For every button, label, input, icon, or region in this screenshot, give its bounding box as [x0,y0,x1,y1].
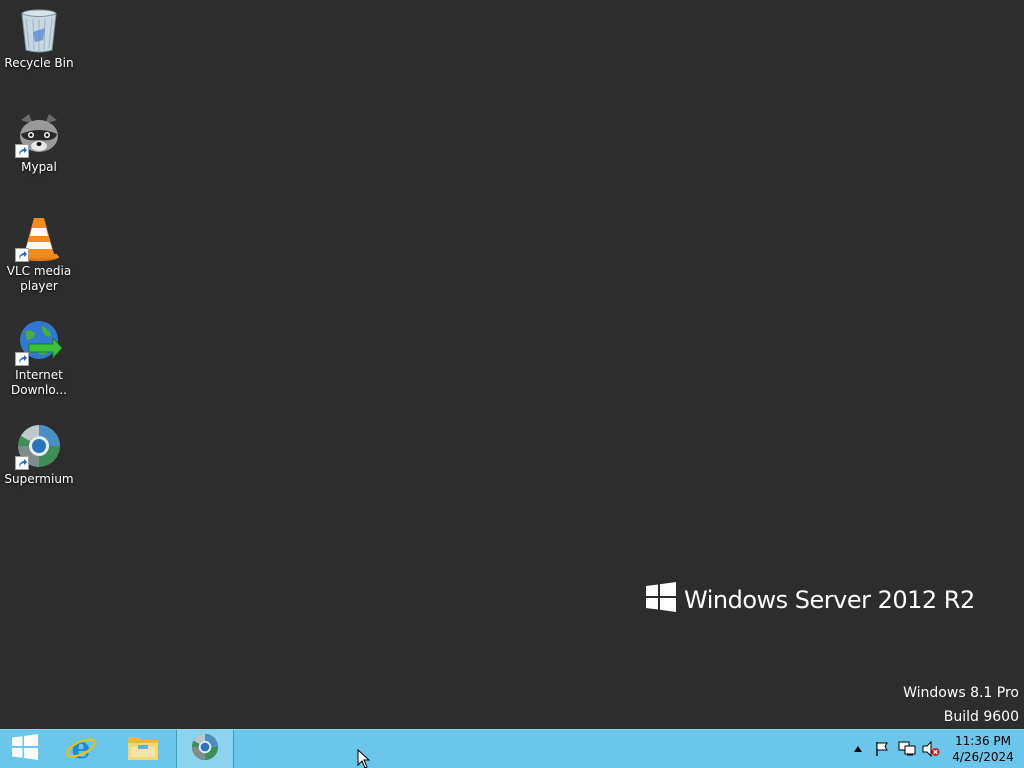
supermium-icon [15,422,63,470]
action-center-flag-icon[interactable] [874,741,890,757]
recycle-bin-label: Recycle Bin [4,56,74,70]
network-icon[interactable] [898,741,916,757]
volume-muted-icon[interactable] [922,741,940,757]
idm-globe-icon [15,318,63,366]
windows-server-branding: Windows Server 2012 R2 [646,582,975,618]
mypal-icon [15,110,63,158]
branding-text: Windows Server 2012 R2 [684,586,975,614]
shortcut-arrow-icon [15,248,29,262]
supermium-label: Supermium [4,472,74,486]
taskbar-clock[interactable]: 11:36 PM 4/26/2024 [948,733,1018,765]
build-watermark: Build 9600 [943,709,1019,725]
edition-watermark: Windows 8.1 Pro [903,685,1019,701]
folder-icon [127,733,159,765]
desktop-icon-internet-download-manager[interactable]: Internet Downlo... [2,318,76,398]
desktop: Recycle Bin Mypal VLC media player Inter… [0,0,1024,729]
taskbar: e 11:36 PM 4/26/2024 [0,729,1024,768]
clock-date: 4/26/2024 [952,750,1014,764]
desktop-icon-vlc[interactable]: VLC media player [2,214,76,294]
windows-logo-icon [646,582,676,618]
windows-start-icon [12,734,38,764]
mypal-label: Mypal [21,160,57,174]
chevron-up-icon [854,746,862,752]
taskbar-supermium[interactable] [176,730,234,768]
taskbar-file-explorer[interactable] [114,730,172,768]
shortcut-arrow-icon [15,456,29,470]
desktop-icon-mypal[interactable]: Mypal [2,110,76,175]
idm-label: Internet Downlo... [11,368,67,397]
desktop-icon-recycle-bin[interactable]: Recycle Bin [2,6,76,71]
taskbar-internet-explorer[interactable]: e [52,730,110,768]
svg-text:e: e [71,731,90,763]
system-tray [850,730,940,768]
vlc-cone-icon [15,214,63,262]
desktop-icon-supermium[interactable]: Supermium [2,422,76,487]
start-button[interactable] [0,730,50,768]
clock-time: 11:36 PM [955,734,1011,748]
mouse-cursor-icon [357,748,371,768]
shortcut-arrow-icon [15,352,29,366]
recycle-bin-icon [15,6,63,54]
vlc-label: VLC media player [6,264,72,293]
ie-icon: e [65,731,97,767]
show-hidden-icons-button[interactable] [850,746,866,752]
supermium-icon [190,732,220,766]
shortcut-arrow-icon [15,144,29,158]
